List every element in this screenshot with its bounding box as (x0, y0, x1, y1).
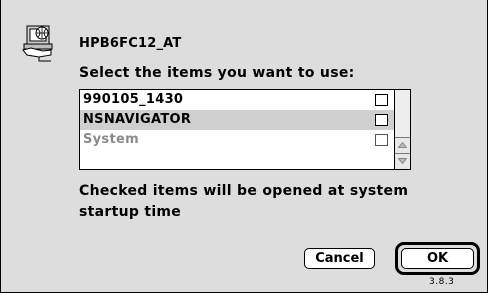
list-item-selected[interactable]: NSNAVIGATOR (80, 110, 394, 130)
scroll-up-arrow-icon[interactable] (395, 137, 410, 153)
scroll-down-arrow-icon[interactable] (395, 153, 410, 169)
list-item-disabled: System (80, 130, 394, 150)
file-server-icon (21, 24, 61, 62)
ok-button[interactable]: OK (401, 248, 474, 269)
default-button-ring: OK (395, 242, 480, 275)
list-item-checkbox (375, 134, 388, 146)
scroll-track[interactable] (395, 90, 410, 137)
server-name-title: HPB6FC12_AT (79, 36, 182, 51)
volume-list-rows: 990105_1430 NSNAVIGATOR System (80, 90, 394, 169)
version-label: 3.8.3 (429, 277, 455, 287)
list-item[interactable]: 990105_1430 (80, 90, 394, 110)
list-item-label: 990105_1430 (83, 92, 184, 107)
list-item-checkbox[interactable] (375, 114, 388, 126)
list-item-checkbox[interactable] (375, 94, 388, 106)
cancel-button[interactable]: Cancel (304, 248, 375, 269)
startup-message: Checked items will be opened at system s… (79, 183, 409, 220)
list-item-label: NSNAVIGATOR (83, 112, 192, 127)
server-volume-dialog: HPB6FC12_AT Select the items you want to… (0, 0, 488, 293)
list-item-label: System (83, 132, 139, 147)
prompt-text: Select the items you want to use: (79, 65, 355, 81)
vertical-scrollbar[interactable] (394, 90, 410, 169)
volume-list[interactable]: 990105_1430 NSNAVIGATOR System (79, 89, 411, 170)
